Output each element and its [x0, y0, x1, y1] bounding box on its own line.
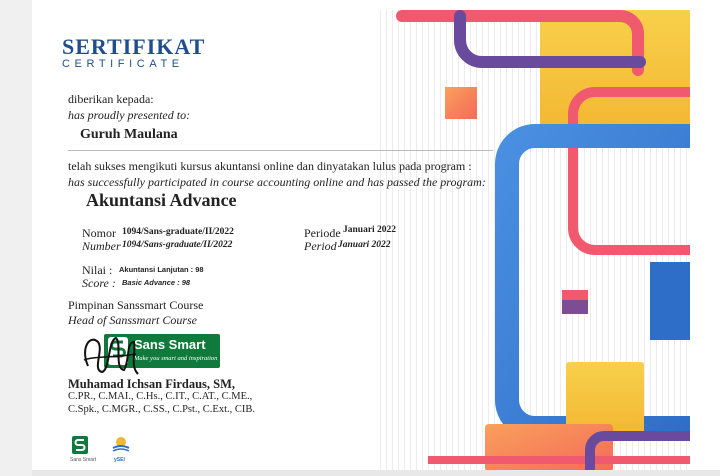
head-label-en: Head of Sanssmart Course: [68, 313, 198, 327]
number-value-id: 1094/Sans-graduate/II/2022: [122, 227, 234, 237]
number-label-en: Number: [82, 239, 121, 253]
certificate-title: SERTIFIKAT: [62, 34, 206, 59]
certificate: SERTIFIKAT CERTIFICATE diberikan kepada:…: [0, 0, 720, 476]
program-name: Akuntansi Advance: [86, 190, 237, 210]
given-to-label-id: diberikan kepada:: [68, 92, 154, 106]
certificate-subtitle: CERTIFICATE: [62, 58, 184, 70]
given-to-label-en: has proudly presented to:: [68, 108, 191, 122]
number-value-en: 1094/Sans-graduate/II/2022: [122, 240, 233, 250]
page-left-margin: [0, 0, 32, 476]
divider-line: [68, 150, 493, 151]
page-bottom-edge: [32, 470, 720, 476]
footer-logo-1-label: Sans Smart: [70, 457, 97, 463]
yellow-lower-block: [566, 362, 644, 434]
head-label-id: Pimpinan Sanssmart Course: [68, 298, 204, 312]
recipient-name: Guruh Maulana: [80, 127, 178, 142]
period-value-en: Januari 2022: [338, 240, 391, 250]
statement-id: telah sukses mengikuti kursus akuntansi …: [68, 159, 472, 173]
period-label-en: Period: [304, 239, 337, 253]
sans-smart-footer-logo-icon: [72, 436, 88, 454]
orange-small-square: [445, 87, 477, 119]
grade-value-id: Akuntansi Lanjutan : 98: [119, 265, 204, 274]
footer-logo-2-label: ySEI: [114, 457, 125, 463]
signer-credentials-1: C.PR., C.MAI., C.Hs., C.IT., C.AT., C.ME…: [68, 391, 253, 402]
grade-label-en: Score :: [82, 276, 116, 290]
signer-credentials-2: C.Spk., C.MGR., C.SS., C.Pst., C.Ext., C…: [68, 404, 256, 415]
decorative-artwork: [380, 10, 690, 472]
signer-name: Muhamad Ichsan Firdaus, SM,: [68, 377, 236, 391]
yellow-block: [540, 10, 690, 130]
grade-value-en: Basic Advance : 98: [122, 278, 191, 287]
period-value-id: Januari 2022: [343, 225, 397, 235]
ysei-footer-logo-icon: [112, 437, 130, 452]
statement-en: has successfully participated in course …: [68, 175, 486, 189]
signature-icon: [83, 336, 139, 375]
blue-square: [650, 262, 690, 340]
